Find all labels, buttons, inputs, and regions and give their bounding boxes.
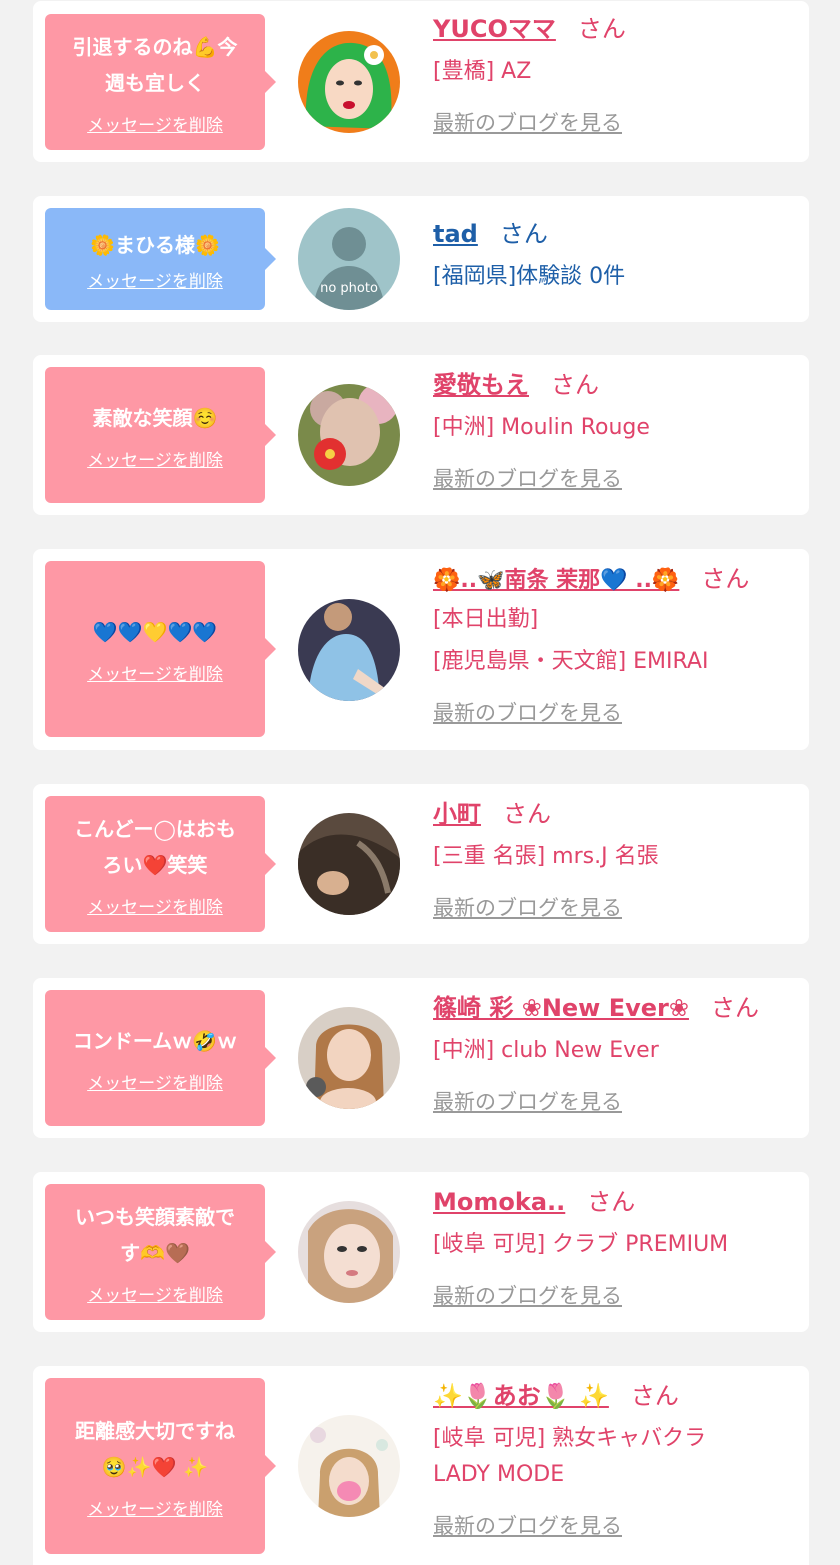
san-suffix: さん	[503, 800, 551, 828]
message-bubble: こんどー◯はおも ろい❤️笑笑 メッセージを削除	[45, 796, 276, 932]
selfie-photo-icon	[298, 1007, 400, 1109]
member-info: tad さん [福岡県]体験談 0件	[433, 218, 797, 292]
message-card: 素敵な笑顔☺️ メッセージを削除 愛敬もえ さん [中洲] Moulin Roug…	[33, 355, 809, 515]
message-card: 💙💙💛💙💙 メッセージを削除 🏵️..🦋南条 茉那💙 ..🏵️ さん [本日出勤]…	[33, 549, 809, 750]
message-bubble: 素敵な笑顔☺️ メッセージを削除	[45, 367, 276, 503]
delete-message-link[interactable]: メッセージを削除	[87, 893, 223, 918]
message-card: 距離感大切ですね 🥹✨❤️ ✨ メッセージを削除 ✨🌷あお🌷 ✨ さん [岐阜 可…	[33, 1366, 809, 1565]
san-suffix: さん	[587, 1188, 636, 1216]
message-card: こんどー◯はおも ろい❤️笑笑 メッセージを削除 小町 さん [三重 名張] mr…	[33, 784, 809, 944]
message-bubble: コンドームｗ🤣ｗ メッセージを削除	[45, 990, 276, 1126]
shop-info: [中洲] club New Ever	[433, 1038, 659, 1063]
latest-blog-link[interactable]: 最新のブログを見る	[433, 1510, 622, 1540]
message-text: 距離感大切ですね 🥹✨❤️ ✨	[75, 1418, 235, 1479]
delete-message-link[interactable]: メッセージを削除	[87, 111, 223, 136]
delete-message-link[interactable]: メッセージを削除	[87, 446, 223, 471]
member-info: 篠崎 彩 ❀New Ever❀ さん [中洲] club New Ever 最新の…	[433, 992, 797, 1116]
avatar[interactable]	[298, 1007, 400, 1109]
member-name-link[interactable]: tad	[433, 220, 478, 248]
avatar[interactable]	[298, 384, 400, 486]
message-card: いつも笑顔素敵で す🫶🤎 メッセージを削除 Momoka.. さん [岐阜 可児]…	[33, 1172, 809, 1332]
member-name-link[interactable]: 小町	[433, 800, 481, 828]
message-text: 🌼まひる様🌼	[90, 232, 220, 257]
shop-info: [豊橋] AZ	[433, 59, 532, 84]
avatar[interactable]	[298, 599, 400, 701]
status-text: [本日出勤]	[433, 607, 539, 632]
member-name-link[interactable]: ✨🌷あお🌷 ✨	[433, 1382, 609, 1410]
san-suffix: さん	[701, 565, 750, 593]
message-bubble: 引退するのね💪今 週も宜しく メッセージを削除	[45, 14, 276, 150]
shop-info: [岐阜 可児] 熟女キャバクラ	[433, 1426, 707, 1451]
shop-info: [鹿児島県・天文館] EMIRAI	[433, 649, 709, 674]
member-name-link[interactable]: Momoka..	[433, 1188, 565, 1216]
message-bubble: 距離感大切ですね 🥹✨❤️ ✨ メッセージを削除	[45, 1378, 276, 1554]
message-card: 引退するのね💪今 週も宜しく メッセージを削除 YUCOママ さん [豊橋] AZ…	[33, 1, 809, 162]
member-info: 🏵️..🦋南条 茉那💙 ..🏵️ さん [本日出勤] [鹿児島県・天文館] EMI…	[433, 563, 797, 727]
san-suffix: さん	[577, 15, 626, 43]
member-info: 愛敬もえ さん [中洲] Moulin Rouge 最新のブログを見る	[433, 369, 797, 493]
member-name-link[interactable]: YUCOママ	[433, 15, 556, 43]
delete-message-link[interactable]: メッセージを削除	[87, 1069, 223, 1094]
green-hair-illustration-icon	[298, 31, 400, 133]
san-suffix: さん	[551, 371, 599, 399]
shop-info: [中洲] Moulin Rouge	[433, 415, 650, 440]
no-photo-text: no photo	[320, 281, 378, 296]
latest-blog-link[interactable]: 最新のブログを見る	[433, 1086, 622, 1116]
message-text: いつも笑顔素敵で す🫶🤎	[75, 1204, 235, 1265]
san-suffix: さん	[710, 994, 759, 1022]
message-text: コンドームｗ🤣ｗ	[72, 1028, 238, 1053]
shop-info-continued: LADY MODE	[433, 1462, 565, 1487]
shop-info: [福岡県]体験談 0件	[433, 264, 626, 289]
delete-message-link[interactable]: メッセージを削除	[87, 1281, 223, 1306]
avatar[interactable]	[298, 1415, 400, 1517]
san-suffix: さん	[499, 220, 548, 248]
member-info: YUCOママ さん [豊橋] AZ 最新のブログを見る	[433, 13, 797, 137]
blue-dress-photo-icon	[298, 599, 400, 701]
member-info: ✨🌷あお🌷 ✨ さん [岐阜 可児] 熟女キャバクラ LADY MODE 最新のブ…	[433, 1380, 797, 1540]
member-info: 小町 さん [三重 名張] mrs.J 名張 最新のブログを見る	[433, 798, 797, 922]
shop-info: [岐阜 可児] クラブ PREMIUM	[433, 1232, 729, 1257]
avatar[interactable]	[298, 31, 400, 133]
avatar[interactable]: no photo	[298, 208, 400, 310]
message-card: コンドームｗ🤣ｗ メッセージを削除 篠崎 彩 ❀New Ever❀ さん [中洲]…	[33, 978, 809, 1138]
message-card: 🌼まひる様🌼 メッセージを削除 no photo tad さん [福岡県]体験談 …	[33, 196, 809, 322]
latest-blog-link[interactable]: 最新のブログを見る	[433, 463, 622, 493]
san-suffix: さん	[630, 1382, 679, 1410]
member-info: Momoka.. さん [岐阜 可児] クラブ PREMIUM 最新のブログを見る	[433, 1186, 797, 1310]
no-photo-silhouette-icon: no photo	[298, 208, 400, 310]
message-text: 引退するのね💪今 週も宜しく	[72, 34, 238, 95]
latest-blog-link[interactable]: 最新のブログを見る	[433, 697, 622, 727]
message-text: 💙💙💛💙💙	[92, 619, 218, 644]
message-text: こんどー◯はおも ろい❤️笑笑	[74, 816, 236, 877]
avatar[interactable]	[298, 1201, 400, 1303]
dark-outfit-photo-icon	[298, 813, 400, 915]
message-bubble: 🌼まひる様🌼 メッセージを削除	[45, 208, 276, 310]
shop-info: [三重 名張] mrs.J 名張	[433, 844, 659, 869]
message-bubble: いつも笑顔素敵で す🫶🤎 メッセージを削除	[45, 1184, 276, 1320]
avatar[interactable]	[298, 813, 400, 915]
latest-blog-link[interactable]: 最新のブログを見る	[433, 892, 622, 922]
message-text: 素敵な笑顔☺️	[92, 405, 218, 430]
delete-message-link[interactable]: メッセージを削除	[87, 660, 223, 685]
latest-blog-link[interactable]: 最新のブログを見る	[433, 107, 622, 137]
member-name-link[interactable]: 🏵️..🦋南条 茉那💙 ..🏵️	[433, 568, 679, 593]
member-name-link[interactable]: 篠崎 彩 ❀New Ever❀	[433, 994, 689, 1022]
message-bubble: 💙💙💛💙💙 メッセージを削除	[45, 561, 276, 737]
delete-message-link[interactable]: メッセージを削除	[87, 1495, 223, 1520]
member-name-link[interactable]: 愛敬もえ	[433, 371, 529, 399]
flower-face-photo-icon	[298, 384, 400, 486]
delete-message-link[interactable]: メッセージを削除	[87, 267, 223, 292]
message-list: 引退するのね💪今 週も宜しく メッセージを削除 YUCOママ さん [豊橋] AZ…	[0, 0, 840, 1565]
latest-blog-link[interactable]: 最新のブログを見る	[433, 1280, 622, 1310]
pink-mask-photo-icon	[298, 1415, 400, 1517]
closeup-selfie-photo-icon	[298, 1201, 400, 1303]
